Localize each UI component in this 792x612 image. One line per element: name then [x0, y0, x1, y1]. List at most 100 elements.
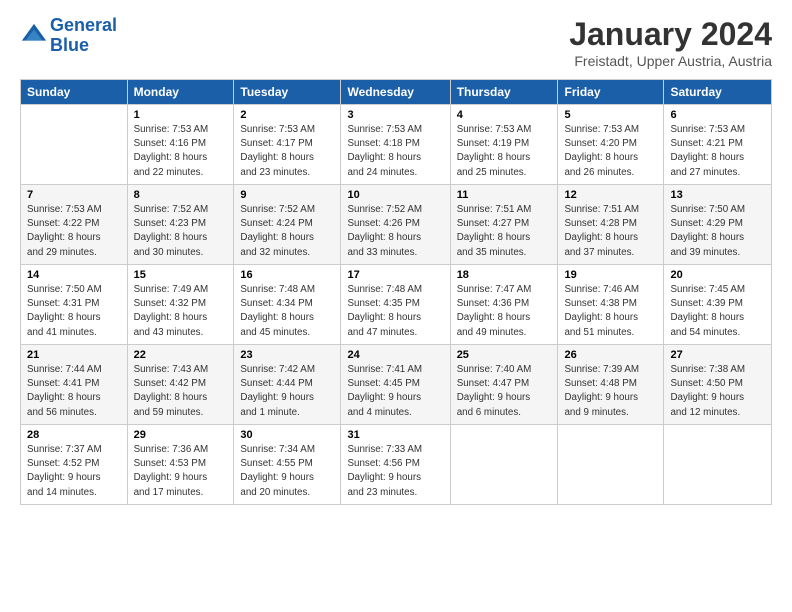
day-number: 24 [347, 349, 443, 361]
col-wednesday: Wednesday [341, 80, 450, 105]
logo-icon [20, 22, 48, 50]
calendar-day [664, 425, 772, 505]
day-info: Sunrise: 7:53 AM Sunset: 4:16 PM Dayligh… [134, 123, 228, 180]
calendar-week-1: 1 Sunrise: 7:53 AM Sunset: 4:16 PM Daylig… [21, 105, 772, 185]
day-info: Sunrise: 7:34 AM Sunset: 4:55 PM Dayligh… [240, 443, 334, 500]
day-number: 5 [564, 109, 657, 121]
day-number: 9 [240, 189, 334, 201]
calendar-day: 10 Sunrise: 7:52 AM Sunset: 4:26 PM Dayli… [341, 185, 450, 265]
day-info: Sunrise: 7:53 AM Sunset: 4:18 PM Dayligh… [347, 123, 443, 180]
day-number: 1 [134, 109, 228, 121]
calendar-day: 12 Sunrise: 7:51 AM Sunset: 4:28 PM Dayli… [558, 185, 664, 265]
day-number: 25 [457, 349, 552, 361]
logo: General Blue [20, 16, 117, 56]
day-number: 17 [347, 269, 443, 281]
calendar-table: Sunday Monday Tuesday Wednesday Thursday… [20, 79, 772, 505]
day-number: 4 [457, 109, 552, 121]
day-number: 26 [564, 349, 657, 361]
day-info: Sunrise: 7:53 AM Sunset: 4:21 PM Dayligh… [670, 123, 765, 180]
calendar-day: 9 Sunrise: 7:52 AM Sunset: 4:24 PM Daylig… [234, 185, 341, 265]
day-info: Sunrise: 7:53 AM Sunset: 4:22 PM Dayligh… [27, 203, 121, 260]
header: General Blue January 2024 Freistadt, Upp… [20, 16, 772, 69]
day-number: 6 [670, 109, 765, 121]
calendar-day: 24Sunrise: 7:41 AM Sunset: 4:45 PM Dayli… [341, 345, 450, 425]
day-info: Sunrise: 7:37 AM Sunset: 4:52 PM Dayligh… [27, 443, 121, 500]
day-number: 30 [240, 429, 334, 441]
day-number: 10 [347, 189, 443, 201]
col-sunday: Sunday [21, 80, 128, 105]
col-saturday: Saturday [664, 80, 772, 105]
calendar-day [450, 425, 558, 505]
calendar-body: 1 Sunrise: 7:53 AM Sunset: 4:16 PM Daylig… [21, 105, 772, 505]
logo-line2: Blue [50, 35, 89, 55]
calendar-day: 16 Sunrise: 7:48 AM Sunset: 4:34 PM Dayli… [234, 265, 341, 345]
day-number: 12 [564, 189, 657, 201]
calendar-day: 1 Sunrise: 7:53 AM Sunset: 4:16 PM Daylig… [127, 105, 234, 185]
calendar-day: 30 Sunrise: 7:34 AM Sunset: 4:55 PM Dayli… [234, 425, 341, 505]
day-info: Sunrise: 7:45 AM Sunset: 4:39 PM Dayligh… [670, 283, 765, 340]
day-number: 7 [27, 189, 121, 201]
calendar-day: 3 Sunrise: 7:53 AM Sunset: 4:18 PM Daylig… [341, 105, 450, 185]
logo-text: General Blue [50, 16, 117, 56]
day-number: 18 [457, 269, 552, 281]
calendar-day: 21Sunrise: 7:44 AM Sunset: 4:41 PM Dayli… [21, 345, 128, 425]
day-number: 13 [670, 189, 765, 201]
calendar-day: 23Sunrise: 7:42 AM Sunset: 4:44 PM Dayli… [234, 345, 341, 425]
day-info: Sunrise: 7:53 AM Sunset: 4:19 PM Dayligh… [457, 123, 552, 180]
calendar-day: 7 Sunrise: 7:53 AM Sunset: 4:22 PM Daylig… [21, 185, 128, 265]
calendar-day: 29 Sunrise: 7:36 AM Sunset: 4:53 PM Dayli… [127, 425, 234, 505]
day-number: 28 [27, 429, 121, 441]
day-number: 11 [457, 189, 552, 201]
day-info: Sunrise: 7:48 AM Sunset: 4:34 PM Dayligh… [240, 283, 334, 340]
location-title: Freistadt, Upper Austria, Austria [569, 53, 772, 69]
day-info: Sunrise: 7:48 AM Sunset: 4:35 PM Dayligh… [347, 283, 443, 340]
day-number: 19 [564, 269, 657, 281]
calendar-day: 8 Sunrise: 7:52 AM Sunset: 4:23 PM Daylig… [127, 185, 234, 265]
day-info: Sunrise: 7:52 AM Sunset: 4:23 PM Dayligh… [134, 203, 228, 260]
calendar-day: 19 Sunrise: 7:46 AM Sunset: 4:38 PM Dayli… [558, 265, 664, 345]
day-number: 14 [27, 269, 121, 281]
day-info: Sunrise: 7:50 AM Sunset: 4:29 PM Dayligh… [670, 203, 765, 260]
calendar-day: 4 Sunrise: 7:53 AM Sunset: 4:19 PM Daylig… [450, 105, 558, 185]
calendar-day: 14Sunrise: 7:50 AM Sunset: 4:31 PM Dayli… [21, 265, 128, 345]
header-row: Sunday Monday Tuesday Wednesday Thursday… [21, 80, 772, 105]
day-info: Sunrise: 7:52 AM Sunset: 4:24 PM Dayligh… [240, 203, 334, 260]
day-info: Sunrise: 7:40 AM Sunset: 4:47 PM Dayligh… [457, 363, 552, 420]
calendar-day: 6 Sunrise: 7:53 AM Sunset: 4:21 PM Daylig… [664, 105, 772, 185]
day-number: 16 [240, 269, 334, 281]
day-info: Sunrise: 7:51 AM Sunset: 4:28 PM Dayligh… [564, 203, 657, 260]
col-monday: Monday [127, 80, 234, 105]
day-info: Sunrise: 7:38 AM Sunset: 4:50 PM Dayligh… [670, 363, 765, 420]
calendar-day: 28 Sunrise: 7:37 AM Sunset: 4:52 PM Dayli… [21, 425, 128, 505]
day-info: Sunrise: 7:46 AM Sunset: 4:38 PM Dayligh… [564, 283, 657, 340]
calendar-day: 2 Sunrise: 7:53 AM Sunset: 4:17 PM Daylig… [234, 105, 341, 185]
calendar-day: 26 Sunrise: 7:39 AM Sunset: 4:48 PM Dayli… [558, 345, 664, 425]
calendar-day: 5Sunrise: 7:53 AM Sunset: 4:20 PM Daylig… [558, 105, 664, 185]
calendar-header: Sunday Monday Tuesday Wednesday Thursday… [21, 80, 772, 105]
day-number: 2 [240, 109, 334, 121]
day-number: 15 [134, 269, 228, 281]
day-number: 3 [347, 109, 443, 121]
day-number: 8 [134, 189, 228, 201]
day-number: 23 [240, 349, 334, 361]
day-number: 20 [670, 269, 765, 281]
day-info: Sunrise: 7:51 AM Sunset: 4:27 PM Dayligh… [457, 203, 552, 260]
logo-line1: General [50, 15, 117, 35]
calendar-day: 18Sunrise: 7:47 AM Sunset: 4:36 PM Dayli… [450, 265, 558, 345]
calendar-day: 17 Sunrise: 7:48 AM Sunset: 4:35 PM Dayli… [341, 265, 450, 345]
day-info: Sunrise: 7:36 AM Sunset: 4:53 PM Dayligh… [134, 443, 228, 500]
calendar-day: 27Sunrise: 7:38 AM Sunset: 4:50 PM Dayli… [664, 345, 772, 425]
day-info: Sunrise: 7:53 AM Sunset: 4:17 PM Dayligh… [240, 123, 334, 180]
calendar-week-5: 28 Sunrise: 7:37 AM Sunset: 4:52 PM Dayli… [21, 425, 772, 505]
day-info: Sunrise: 7:52 AM Sunset: 4:26 PM Dayligh… [347, 203, 443, 260]
calendar-week-4: 21Sunrise: 7:44 AM Sunset: 4:41 PM Dayli… [21, 345, 772, 425]
calendar-day: 11 Sunrise: 7:51 AM Sunset: 4:27 PM Dayli… [450, 185, 558, 265]
day-number: 29 [134, 429, 228, 441]
col-thursday: Thursday [450, 80, 558, 105]
title-block: January 2024 Freistadt, Upper Austria, A… [569, 16, 772, 69]
calendar-week-2: 7 Sunrise: 7:53 AM Sunset: 4:22 PM Daylig… [21, 185, 772, 265]
day-number: 22 [134, 349, 228, 361]
calendar-week-3: 14Sunrise: 7:50 AM Sunset: 4:31 PM Dayli… [21, 265, 772, 345]
day-number: 21 [27, 349, 121, 361]
day-info: Sunrise: 7:39 AM Sunset: 4:48 PM Dayligh… [564, 363, 657, 420]
